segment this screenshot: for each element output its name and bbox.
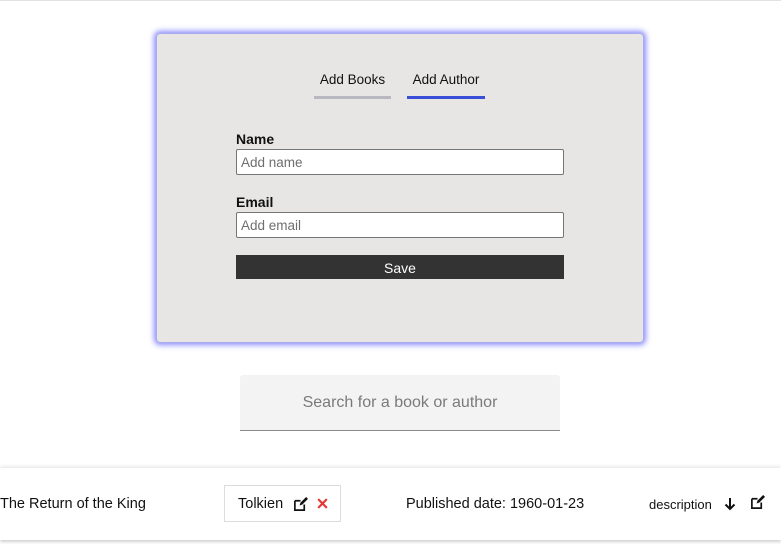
page: Add Books Add Author Name Email Save The… (0, 0, 781, 544)
name-input[interactable] (236, 149, 564, 175)
tab-add-books[interactable]: Add Books (314, 72, 391, 99)
save-button[interactable]: Save (236, 255, 564, 279)
tab-add-author-label: Add Author (412, 72, 480, 87)
search-box (240, 375, 560, 431)
tab-add-books-label: Add Books (319, 72, 386, 87)
email-input[interactable] (236, 212, 564, 238)
tab-add-author-underline (407, 96, 485, 99)
published-date: Published date: 1960-01-23 (406, 496, 585, 512)
search-input[interactable] (240, 375, 560, 430)
author-chip: Tolkien (224, 485, 341, 522)
close-icon[interactable] (316, 497, 329, 515)
author-form-card (156, 33, 644, 343)
edit-icon[interactable] (750, 495, 765, 515)
book-row: The Return of the King Tolkien Published… (0, 468, 781, 540)
tab-add-author[interactable]: Add Author (407, 72, 485, 99)
top-divider (0, 0, 781, 1)
edit-icon[interactable] (293, 497, 308, 517)
author-name: Tolkien (238, 496, 284, 512)
tab-add-books-underline (314, 96, 391, 99)
description-toggle[interactable]: description (649, 497, 712, 512)
arrow-down-icon[interactable] (724, 497, 736, 516)
email-label: Email (236, 194, 274, 210)
book-title: The Return of the King (0, 496, 146, 512)
name-label: Name (236, 131, 275, 147)
